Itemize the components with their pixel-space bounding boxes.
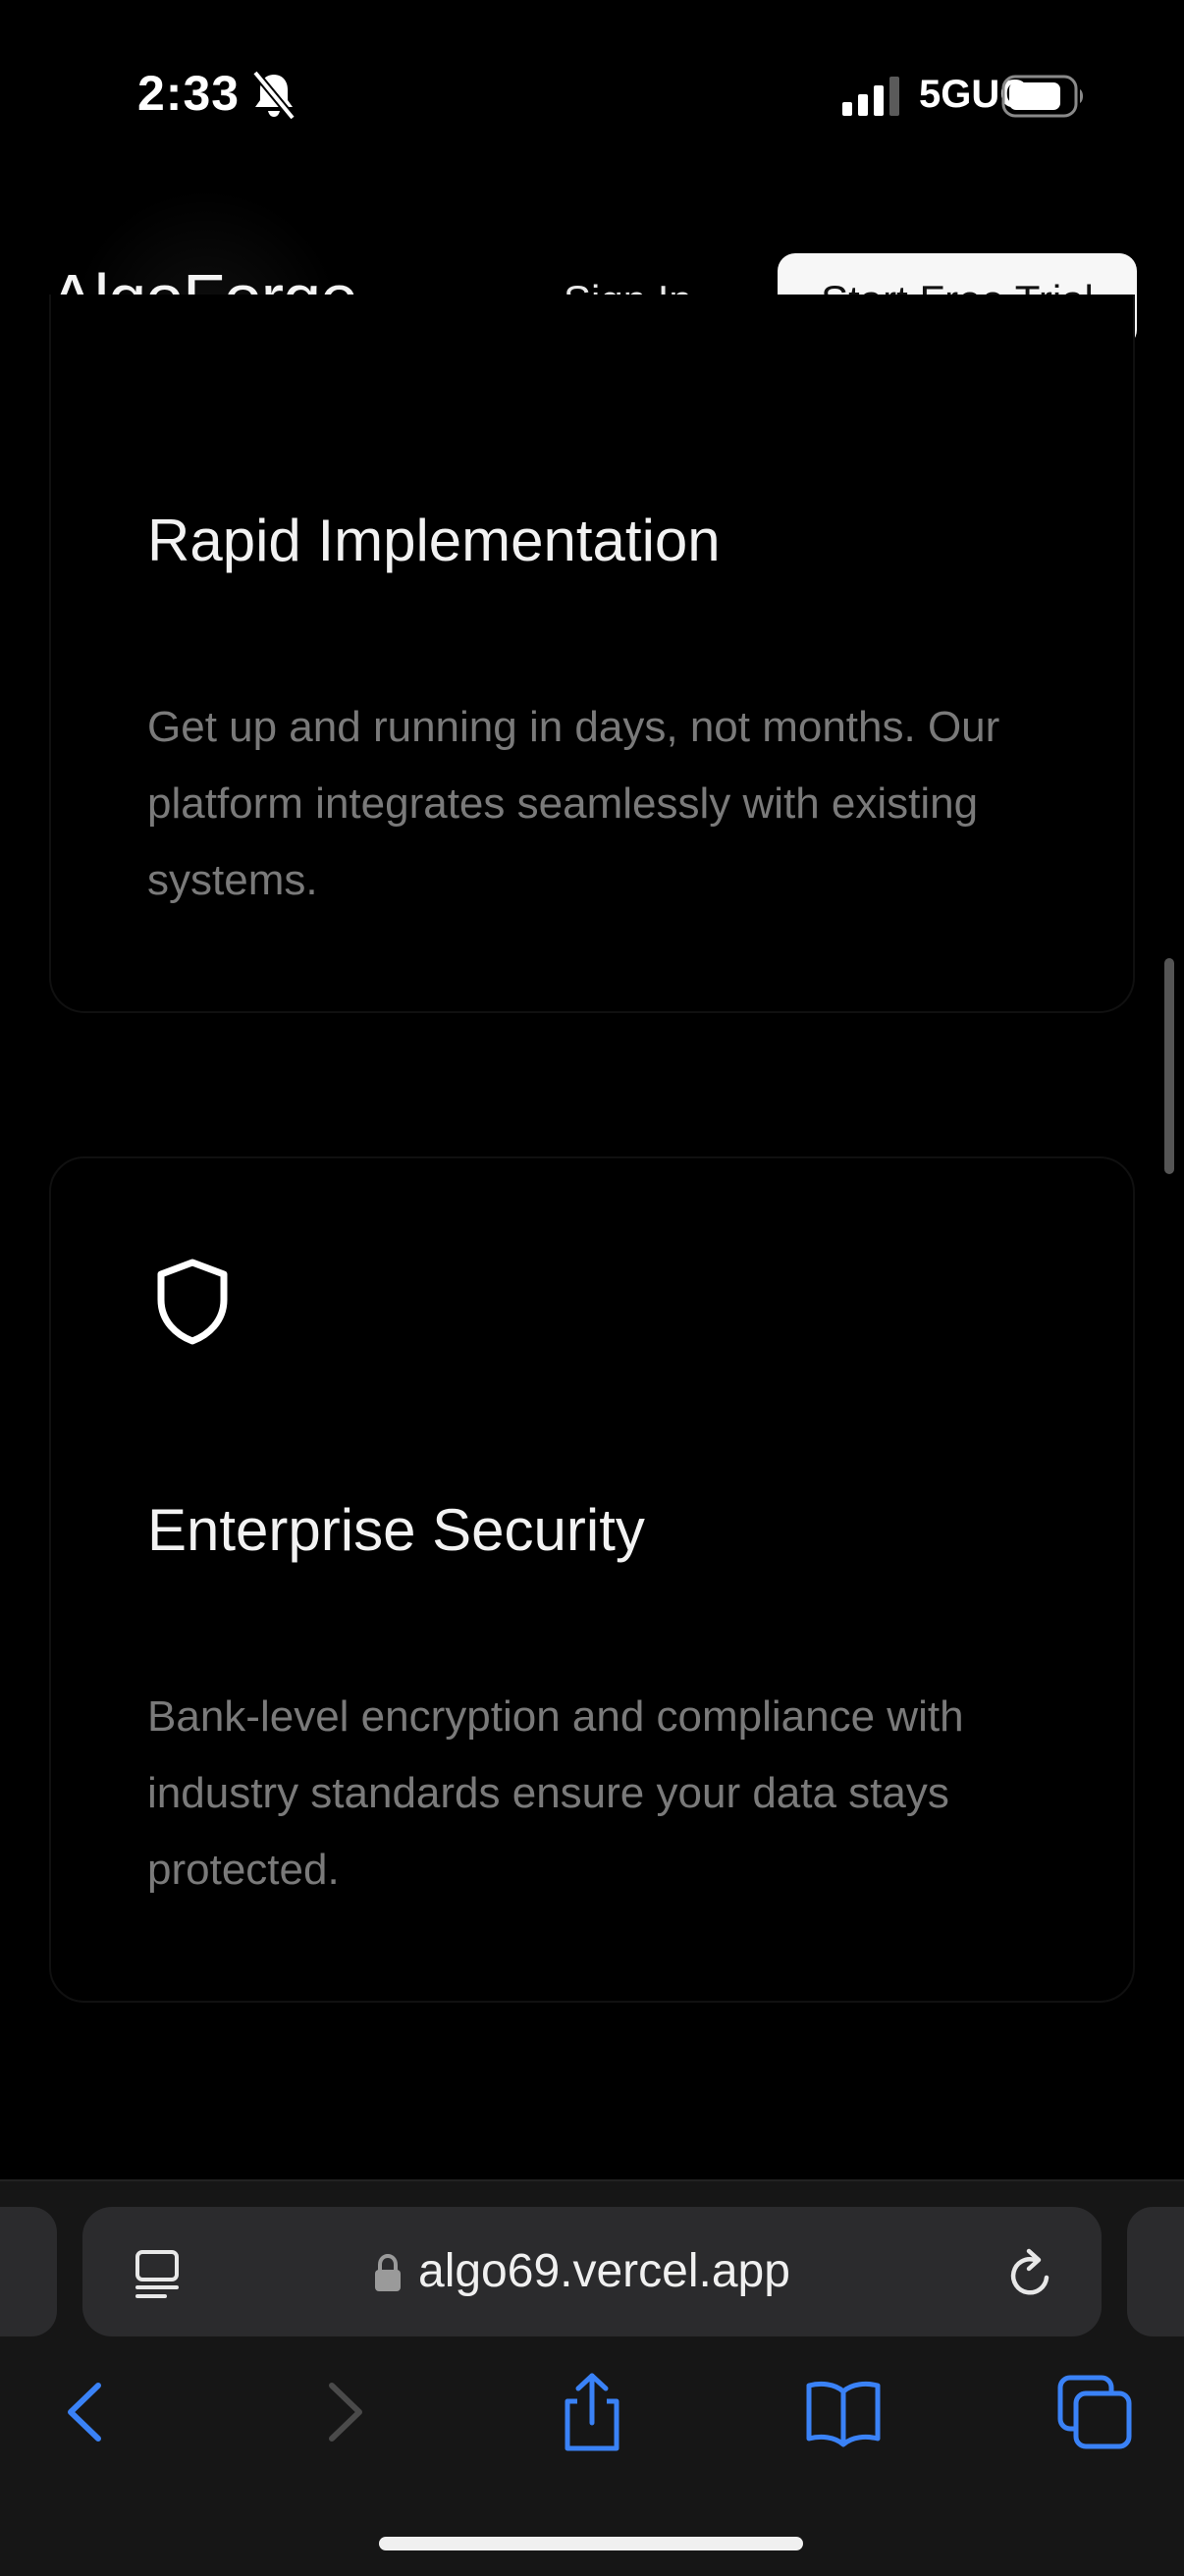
- status-time: 2:33: [137, 66, 241, 121]
- feature-card-rapid-implementation: Rapid Implementation Get up and running …: [49, 295, 1135, 1013]
- url-text[interactable]: algo69.vercel.app: [418, 2244, 790, 2298]
- share-button[interactable]: [548, 2368, 636, 2456]
- battery-icon: [1001, 75, 1083, 118]
- chevron-left-icon: [68, 2383, 101, 2442]
- bookmarks-button[interactable]: [799, 2368, 888, 2456]
- shield-icon: [157, 1259, 228, 1345]
- page-scrollbar[interactable]: [1164, 958, 1174, 1174]
- feature-description: Get up and running in days, not months. …: [147, 703, 1000, 904]
- feature-title: Enterprise Security: [147, 1497, 645, 1563]
- lock-icon: [375, 2254, 401, 2291]
- share-icon: [565, 2373, 619, 2451]
- bell-muted-icon: [251, 71, 296, 120]
- forward-button[interactable]: [298, 2368, 387, 2456]
- next-tab-preview[interactable]: [1127, 2207, 1184, 2336]
- address-bar[interactable]: algo69.vercel.app: [82, 2207, 1102, 2336]
- back-button[interactable]: [43, 2368, 132, 2456]
- chevron-right-icon: [329, 2383, 362, 2442]
- cellular-signal-icon: [842, 77, 899, 116]
- status-bar: 2:33 5GUC: [0, 0, 1184, 187]
- reload-icon[interactable]: [1005, 2246, 1056, 2301]
- feature-card-enterprise-security: Enterprise Security Bank-level encryptio…: [49, 1156, 1135, 2003]
- home-indicator[interactable]: [379, 2537, 803, 2550]
- previous-tab-preview[interactable]: [0, 2207, 57, 2336]
- page-menu-icon[interactable]: [132, 2248, 187, 2301]
- feature-title: Rapid Implementation: [147, 508, 721, 573]
- browser-toolbar: algo69.vercel.app: [0, 2179, 1184, 2576]
- book-icon: [806, 2381, 881, 2447]
- tabs-button[interactable]: [1050, 2368, 1139, 2456]
- feature-description: Bank-level encryption and compliance wit…: [147, 1692, 964, 1894]
- tabs-icon: [1057, 2375, 1132, 2449]
